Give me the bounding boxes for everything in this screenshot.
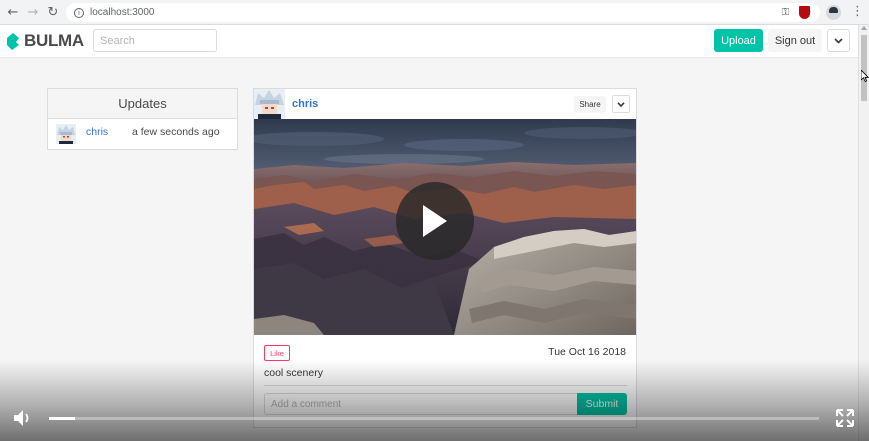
update-username[interactable]: chris: [86, 126, 108, 138]
post-video[interactable]: [254, 119, 636, 335]
reload-icon[interactable]: ↻: [43, 2, 63, 22]
info-icon[interactable]: i: [74, 7, 84, 18]
key-icon[interactable]: ⚿: [782, 7, 790, 18]
post-username[interactable]: chris: [292, 98, 318, 110]
video-progress-fill: [49, 417, 76, 420]
submit-comment-button[interactable]: Submit: [577, 393, 627, 415]
shield-extension-icon[interactable]: [799, 6, 810, 19]
back-icon[interactable]: ←: [3, 2, 23, 22]
search-input[interactable]: [93, 29, 217, 52]
browser-toolbar: ← → ↻ i localhost:3000 ⚿ ☆ ⋮: [0, 0, 869, 25]
upload-button[interactable]: Upload: [714, 29, 763, 52]
url-text: localhost:3000: [90, 7, 155, 18]
divider: [264, 385, 627, 386]
scroll-up-arrow-icon[interactable]: [861, 26, 867, 30]
play-button[interactable]: [396, 182, 474, 260]
app-navbar: BULMA Upload Sign out: [0, 25, 858, 58]
updates-panel: Updates chris a few seconds ago: [47, 88, 238, 150]
volume-icon[interactable]: [13, 408, 35, 428]
sign-out-button[interactable]: Sign out: [768, 29, 822, 52]
post-avatar[interactable]: [254, 89, 285, 119]
navbar-dropdown-button[interactable]: [827, 29, 850, 52]
post-card: chris Share Like Tue Oct 16 2018 cool sc…: [253, 88, 637, 428]
chevron-down-icon: [617, 101, 625, 107]
video-progress-bar[interactable]: [49, 417, 819, 420]
fullscreen-icon[interactable]: [835, 408, 855, 428]
update-timestamp: a few seconds ago: [132, 126, 220, 138]
address-bar[interactable]: i localhost:3000 ⚿ ☆: [66, 3, 820, 22]
page-scrollbar[interactable]: [858, 25, 869, 441]
brand-name[interactable]: BULMA: [24, 31, 84, 51]
mouse-cursor-icon: [861, 70, 869, 82]
chevron-down-icon: [834, 37, 843, 44]
menu-icon[interactable]: ⋮: [851, 5, 864, 19]
profile-avatar-icon[interactable]: [826, 5, 841, 20]
bulma-logo-icon[interactable]: [7, 33, 19, 50]
forward-icon[interactable]: →: [23, 2, 43, 22]
user-avatar[interactable]: [56, 124, 76, 144]
post-options-button[interactable]: [612, 95, 630, 113]
scrollbar-thumb[interactable]: [861, 35, 867, 101]
like-button[interactable]: Like: [264, 345, 290, 361]
update-item[interactable]: chris a few seconds ago: [48, 119, 237, 150]
post-date: Tue Oct 16 2018: [548, 346, 626, 358]
share-button[interactable]: Share: [574, 96, 606, 113]
post-caption: cool scenery: [264, 367, 323, 379]
updates-title: Updates: [48, 89, 237, 119]
play-icon: [423, 205, 447, 237]
comment-input[interactable]: [264, 393, 578, 415]
